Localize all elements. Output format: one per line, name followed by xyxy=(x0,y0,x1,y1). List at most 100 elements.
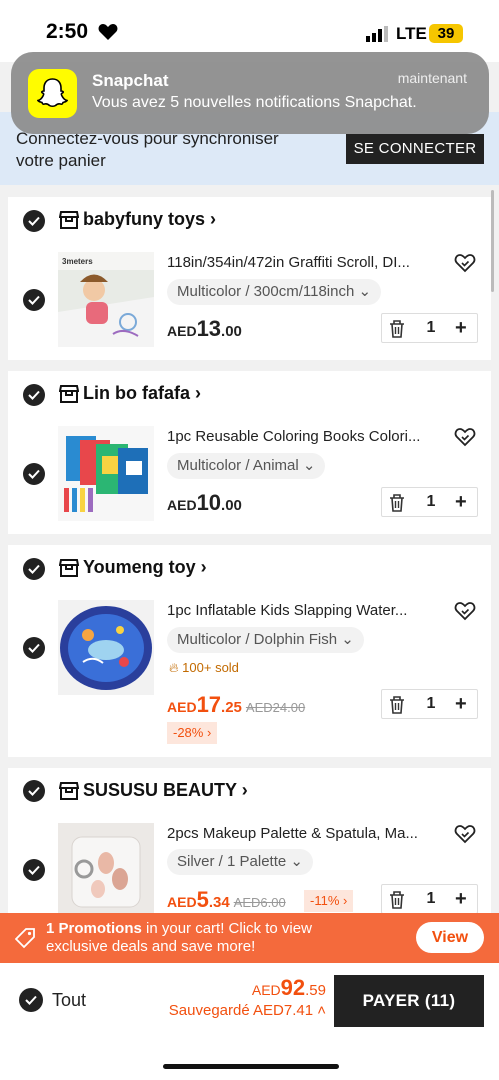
notification-time: maintenant xyxy=(397,70,467,86)
price-integer: 17 xyxy=(196,692,222,717)
price-currency: AED xyxy=(167,894,197,910)
price-integer: 10 xyxy=(196,490,222,515)
item-checkbox[interactable] xyxy=(23,859,45,881)
signal-icon xyxy=(366,26,388,42)
store-checkbox[interactable] xyxy=(23,780,45,802)
scrollbar[interactable] xyxy=(491,190,494,292)
quantity-value[interactable]: 1 xyxy=(416,890,446,908)
store-name-text: babyfuny toys xyxy=(83,209,206,229)
product-price: AED13.00 xyxy=(167,316,242,342)
login-prompt: Connectez-vous pour synchroniser votre p… xyxy=(16,129,279,170)
home-indicator[interactable] xyxy=(163,1064,339,1069)
discount-text: -28% xyxy=(173,725,204,740)
total-decimal: .59 xyxy=(305,982,326,999)
trash-icon[interactable] xyxy=(388,890,406,910)
product-image[interactable] xyxy=(58,600,154,695)
item-checkbox[interactable] xyxy=(23,637,45,659)
original-price: AED24.00 xyxy=(245,700,306,715)
wishlist-icon[interactable] xyxy=(454,824,476,844)
network-type: LTE xyxy=(396,24,427,43)
wishlist-icon[interactable] xyxy=(454,601,476,621)
quantity-stepper: 1 + xyxy=(381,884,478,913)
trash-icon[interactable] xyxy=(388,695,406,715)
savings-toggle[interactable]: Sauvegardé AED7.41 ˄ xyxy=(169,1002,326,1019)
flame-icon: 🔥︎ xyxy=(169,660,179,675)
store-checkbox[interactable] xyxy=(23,210,45,232)
store-name[interactable]: SUSUSU BEAUTY › xyxy=(83,780,248,801)
price-integer: 13 xyxy=(196,316,222,341)
trash-icon[interactable] xyxy=(388,493,406,513)
product-image[interactable]: 3meters xyxy=(58,252,154,347)
checkout-button[interactable]: PAYER (11) xyxy=(334,975,484,1027)
variant-text: Silver / 1 Palette xyxy=(177,853,287,870)
store-name[interactable]: Lin bo fafafa › xyxy=(83,383,201,404)
plus-icon[interactable]: + xyxy=(455,491,467,514)
price-integer: 5 xyxy=(196,887,209,912)
notification-app: Snapchat xyxy=(92,71,169,90)
variant-selector[interactable]: Multicolor / 300cm/118inch ⌄ xyxy=(167,279,382,305)
plus-icon[interactable]: + xyxy=(455,317,467,340)
discount-tag[interactable]: -11% › xyxy=(304,890,354,912)
quantity-stepper: 1 + xyxy=(381,487,478,517)
store-checkbox[interactable] xyxy=(23,384,45,406)
variant-selector[interactable]: Multicolor / Animal ⌄ xyxy=(167,453,326,479)
heart-icon xyxy=(98,24,118,40)
quantity-value[interactable]: 1 xyxy=(416,695,446,713)
product-title[interactable]: 1pc Reusable Coloring Books Colori... xyxy=(167,428,437,445)
product-title[interactable]: 118in/354in/472in Graffiti Scroll, DI... xyxy=(167,254,437,271)
store-name-text: Lin bo fafafa xyxy=(83,383,190,403)
view-promo-button[interactable]: View xyxy=(416,922,484,953)
sold-text: 100+ sold xyxy=(182,660,239,675)
variant-text: Multicolor / Dolphin Fish xyxy=(177,631,338,648)
product-image[interactable] xyxy=(58,426,154,521)
wishlist-icon[interactable] xyxy=(454,427,476,447)
variant-selector[interactable]: Silver / 1 Palette ⌄ xyxy=(167,849,313,875)
plus-icon[interactable]: + xyxy=(455,888,467,911)
quantity-stepper: 1 + xyxy=(381,689,478,719)
promo-message: 1 Promotions in your cart! Click to view… xyxy=(46,920,366,956)
product-price: AED17.25 AED24.00 xyxy=(167,692,305,718)
snapchat-icon xyxy=(28,69,77,118)
variant-text: Multicolor / Animal xyxy=(177,457,299,474)
login-button[interactable]: SE CONNECTER xyxy=(346,134,484,164)
product-price: AED5.34 AED6.00 xyxy=(167,887,286,913)
push-notification[interactable]: Snapchat maintenant Vous avez 5 nouvelle… xyxy=(11,52,489,134)
product-price: AED10.00 xyxy=(167,490,242,516)
total-currency: AED xyxy=(251,982,281,998)
trash-icon[interactable] xyxy=(388,319,406,339)
variant-text: Multicolor / 300cm/118inch xyxy=(177,283,355,300)
promo-count: 1 Promotions xyxy=(46,920,142,937)
total-price: AED92.59 xyxy=(252,975,326,1001)
price-currency: AED xyxy=(167,699,197,715)
variant-selector[interactable]: Multicolor / Dolphin Fish ⌄ xyxy=(167,627,364,653)
svg-text:3meters: 3meters xyxy=(62,257,93,266)
item-checkbox[interactable] xyxy=(23,463,45,485)
notification-message: Vous avez 5 nouvelles notifications Snap… xyxy=(92,94,417,111)
quantity-value[interactable]: 1 xyxy=(416,493,446,511)
store-checkbox[interactable] xyxy=(23,558,45,580)
select-all-checkbox[interactable] xyxy=(19,988,43,1012)
price-decimal: .34 xyxy=(208,894,230,911)
store-name[interactable]: babyfuny toys › xyxy=(83,209,216,230)
plus-icon[interactable]: + xyxy=(455,693,467,716)
discount-text: -11% xyxy=(310,893,340,908)
store-name-text: SUSUSU BEAUTY xyxy=(83,780,237,800)
product-title[interactable]: 2pcs Makeup Palette & Spatula, Ma... xyxy=(167,825,437,842)
quantity-value[interactable]: 1 xyxy=(416,319,446,337)
discount-tag[interactable]: -28% › xyxy=(167,722,218,744)
item-checkbox[interactable] xyxy=(23,289,45,311)
store-icon xyxy=(59,211,79,229)
wishlist-icon[interactable] xyxy=(454,253,476,273)
store-icon xyxy=(59,782,79,800)
price-decimal: .00 xyxy=(221,323,242,340)
store-name[interactable]: Youmeng toy › xyxy=(83,557,207,578)
store-card: Lin bo fafafa › 1pc Reusable Coloring Bo… xyxy=(8,371,491,534)
product-image[interactable] xyxy=(58,823,154,913)
select-all-label[interactable]: Tout xyxy=(52,990,86,1011)
price-decimal: .00 xyxy=(221,497,242,514)
chevron-up-icon: ˄ xyxy=(317,1002,326,1019)
product-title[interactable]: 1pc Inflatable Kids Slapping Water... xyxy=(167,602,437,619)
store-card: SUSUSU BEAUTY › 2pcs Makeup Palette & Sp… xyxy=(8,768,491,913)
battery-level: 39 xyxy=(429,24,463,43)
sold-count: 🔥︎ 100+ sold xyxy=(169,660,239,676)
